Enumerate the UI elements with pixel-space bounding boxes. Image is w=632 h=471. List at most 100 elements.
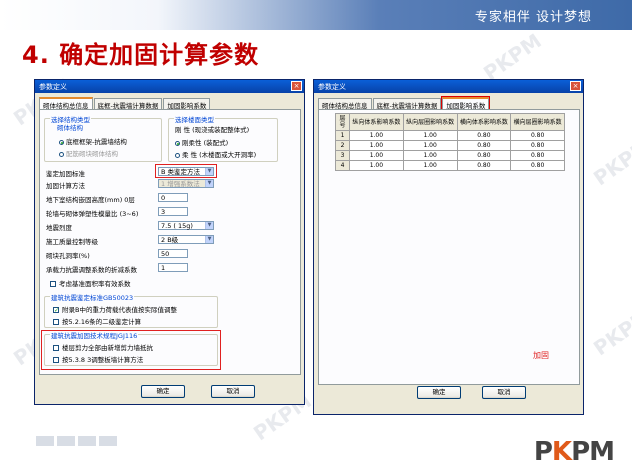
table-row: 2 1.00 1.00 0.80 0.80 <box>335 140 565 151</box>
method-select[interactable]: 1 增强系数法 ▼ <box>158 179 214 188</box>
highlight-box <box>155 164 217 178</box>
tab-panel: 选择结构类型 砌体结构 底框框架-抗震墙结构 配筋砌块砌体结构 选择楼面类型 刚… <box>39 109 301 375</box>
field-label: 施工质量控制等级 <box>46 238 98 246</box>
basement-height-input[interactable]: 0 <box>158 193 188 202</box>
table-cell[interactable]: 1.00 <box>402 130 458 141</box>
table-cell[interactable]: 1.00 <box>349 140 404 151</box>
table-cell[interactable]: 1.00 <box>349 160 404 171</box>
table-cell[interactable]: 1.00 <box>402 140 458 151</box>
slide-title-number: 4. <box>22 41 50 69</box>
radio-off-icon <box>175 152 180 158</box>
header-long-ring: 纵向层圈影响系数 <box>402 113 458 131</box>
field-label: 鉴定加固标准 <box>46 170 85 178</box>
watermark: PKPM <box>588 303 632 361</box>
highlight-box <box>41 330 221 370</box>
radio-reinforced-block[interactable]: 配筋砌块砌体结构 <box>59 148 118 158</box>
table-cell[interactable]: 1.00 <box>402 150 458 161</box>
header-floor: 层号 <box>335 113 350 131</box>
table-row: 4 1.00 1.00 0.80 0.80 <box>335 160 565 171</box>
intensity-select[interactable]: 7.5 ( 15g) ▼ <box>158 221 214 230</box>
footer-block <box>57 436 75 446</box>
watermark: PKPM <box>478 28 546 86</box>
radio-on-icon <box>59 139 64 145</box>
param-dialog-left: 参数定义 × 砌体结构总信息 底框-抗震墙计算数据 加固影响系数 选择结构类型 … <box>34 79 305 405</box>
row-number: 4 <box>335 160 350 171</box>
table-cell[interactable]: 0.80 <box>456 140 512 151</box>
check-base-area[interactable]: 考虑基准面积率有效系数 <box>50 278 131 288</box>
tab-reinforce-factors[interactable]: 加固影响系数 <box>441 96 491 110</box>
tab-panel: 层号 纵向体系影响系数 纵向层圈影响系数 横向体系影响系数 横向层圈影响系数 1… <box>318 109 580 385</box>
field-label: 地下室结构嵌固高度(mm) 0层 <box>46 196 135 204</box>
ok-button[interactable]: 确定 <box>141 385 185 398</box>
table-row: 1 1.00 1.00 0.80 0.80 <box>335 130 565 141</box>
dialog-title: 参数定义 <box>318 83 346 91</box>
table-cell[interactable]: 0.80 <box>456 150 512 161</box>
row-number: 2 <box>335 140 350 151</box>
footer-block <box>78 436 96 446</box>
check-second-level[interactable]: 按5.2.16条的二级鉴定计算 <box>53 316 141 326</box>
tab-masonry-general[interactable]: 砌体结构总信息 <box>39 97 93 110</box>
field-label: 地震烈度 <box>46 224 72 232</box>
structure-type-group: 选择结构类型 砌体结构 底框框架-抗震墙结构 配筋砌块砌体结构 <box>44 114 162 162</box>
gb50023-group: 建筑抗震鉴定标准GB50023 ✓ 附录B中的重力荷载代表值按实际值调整 按5.2… <box>44 292 218 328</box>
header-trans-ring: 横向层圈影响系数 <box>510 113 565 131</box>
tab-frame-wall-data[interactable]: 底框-抗震墙计算数据 <box>372 98 442 110</box>
factor-table: 层号 纵向体系影响系数 纵向层圈影响系数 横向体系影响系数 横向层圈影响系数 1… <box>335 113 565 171</box>
close-icon[interactable]: × <box>291 81 302 91</box>
annotation-reinforce: 加固 <box>533 351 549 360</box>
void-ratio-input[interactable]: 50 <box>158 249 188 258</box>
watermark: PKPM <box>588 133 632 191</box>
header-banner: 专家相伴 设计梦想 <box>0 0 632 30</box>
tab-frame-wall-data[interactable]: 底框-抗震墙计算数据 <box>93 98 163 110</box>
modulus-ratio-input[interactable]: 3 <box>158 207 188 216</box>
checkbox-icon <box>53 319 59 325</box>
table-header-row: 层号 纵向体系影响系数 纵向层圈影响系数 横向体系影响系数 横向层圈影响系数 <box>335 113 565 131</box>
reduction-factor-input[interactable]: 1 <box>158 263 188 272</box>
close-icon[interactable]: × <box>570 81 581 91</box>
tab-bar: 砌体结构总信息 底框-抗震墙计算数据 加固影响系数 <box>318 96 491 110</box>
ok-button[interactable]: 确定 <box>417 386 461 399</box>
tab-masonry-general[interactable]: 砌体结构总信息 <box>318 98 372 110</box>
slogan: 专家相伴 设计梦想 <box>474 10 592 25</box>
footer-decoration <box>36 436 117 446</box>
group-label: 建筑抗震鉴定标准GB50023 <box>50 292 135 302</box>
radio-frame-wall[interactable]: 底框框架-抗震墙结构 <box>59 136 127 146</box>
tab-reinforce-factors[interactable]: 加固影响系数 <box>163 98 211 110</box>
field-label: 承载力抗震调整系数的折减系数 <box>46 266 137 274</box>
header-long-system: 纵向体系影响系数 <box>349 113 404 131</box>
field-label: 加固计算方法 <box>46 182 85 190</box>
slide-title: 4. 确定加固计算参数 <box>22 35 259 70</box>
checkbox-icon <box>50 281 56 287</box>
table-cell[interactable]: 0.80 <box>510 150 565 161</box>
footer-block <box>36 436 54 446</box>
field-label: 砌块孔洞率(%) <box>46 252 90 260</box>
table-cell[interactable]: 1.00 <box>349 130 404 141</box>
radio-semi-rigid[interactable]: 刚柔性 (装配式) <box>175 137 228 147</box>
table-cell[interactable]: 0.80 <box>510 130 565 141</box>
header-trans-system: 横向体系影响系数 <box>456 113 512 131</box>
dialog-titlebar: 参数定义 × <box>35 80 304 93</box>
table-cell[interactable]: 0.80 <box>456 130 512 141</box>
chevron-down-icon: ▼ <box>205 180 213 187</box>
table-cell[interactable]: 1.00 <box>349 150 404 161</box>
radio-on-icon <box>175 140 180 146</box>
pkpm-logo: PKPM <box>533 437 615 467</box>
checkbox-checked-icon: ✓ <box>53 307 60 314</box>
check-gravity-adjust[interactable]: ✓ 附录B中的重力荷载代表值按实际值调整 <box>53 304 177 314</box>
slide-title-text: 确定加固计算参数 <box>59 41 260 69</box>
masonry-label: 砌体结构 <box>57 124 83 132</box>
dialog-titlebar: 参数定义 × <box>314 80 583 93</box>
table-cell[interactable]: 0.80 <box>510 160 565 171</box>
dialog-title: 参数定义 <box>39 83 67 91</box>
cancel-button[interactable]: 取消 <box>482 386 526 399</box>
table-cell[interactable]: 0.80 <box>510 140 565 151</box>
chevron-down-icon: ▼ <box>205 236 213 243</box>
rigid-label: 刚 性 (现浇或装配整体式) <box>175 126 250 134</box>
table-cell[interactable]: 1.00 <box>402 160 458 171</box>
cancel-button[interactable]: 取消 <box>211 385 255 398</box>
quality-grade-select[interactable]: 2 B级 ▼ <box>158 235 214 244</box>
row-number: 1 <box>335 130 350 141</box>
param-dialog-right: 参数定义 × 砌体结构总信息 底框-抗震墙计算数据 加固影响系数 层号 纵向体系… <box>313 79 584 415</box>
radio-flexible[interactable]: 柔 性 (木楼面或大开洞率) <box>175 149 256 159</box>
table-cell[interactable]: 0.80 <box>456 160 512 171</box>
